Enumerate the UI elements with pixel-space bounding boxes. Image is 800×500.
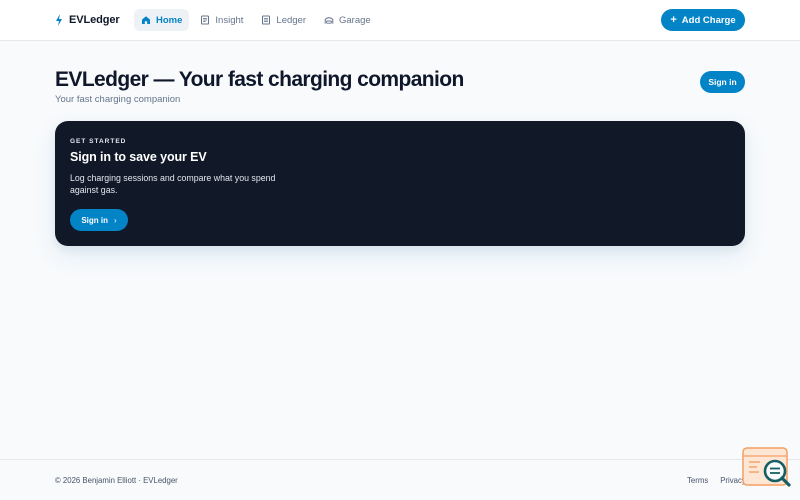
hero-eyebrow: GET STARTED bbox=[70, 138, 127, 145]
add-charge-label: Add Charge bbox=[681, 14, 736, 26]
footer-links: Terms Privacy bbox=[687, 476, 746, 485]
main-nav: Home Insight Ledger Garage bbox=[134, 9, 378, 31]
insight-icon bbox=[201, 15, 210, 25]
garage-icon bbox=[324, 17, 334, 24]
plus-icon: + bbox=[670, 13, 677, 26]
brand-name: EVLedger bbox=[69, 14, 120, 26]
nav-item-garage[interactable]: Garage bbox=[317, 9, 378, 31]
header-sign-in-button[interactable]: Sign in bbox=[700, 71, 745, 93]
code-search-icon bbox=[742, 447, 791, 487]
footer: © 2026 Benjamin Elliott · EVLedger Terms… bbox=[0, 459, 800, 500]
hero-sign-in-button[interactable]: Sign in › bbox=[70, 209, 128, 231]
page-subtitle: Your fast charging companion bbox=[55, 94, 181, 105]
copyright-text: © 2026 Benjamin Elliott · EVLedger bbox=[55, 476, 178, 485]
chevron-right-icon: › bbox=[114, 215, 117, 225]
footer-link-terms[interactable]: Terms bbox=[687, 476, 708, 485]
page-title: EVLedger — Your fast charging companion bbox=[55, 68, 464, 91]
nav-item-label: Home bbox=[156, 14, 183, 26]
nav-item-insight[interactable]: Insight bbox=[193, 9, 250, 31]
nav-item-label: Ledger bbox=[276, 14, 306, 26]
home-icon bbox=[142, 16, 150, 24]
get-started-card: GET STARTED Sign in to save your EV Log … bbox=[55, 121, 745, 246]
hero-sign-in-label: Sign in bbox=[81, 215, 108, 225]
add-charge-button[interactable]: + Add Charge bbox=[661, 9, 745, 31]
nav-item-label: Insight bbox=[215, 14, 244, 26]
nav-item-home[interactable]: Home bbox=[134, 9, 190, 31]
hero-title: Sign in to save your EV bbox=[70, 150, 207, 164]
hero-body: Log charging sessions and compare what y… bbox=[70, 173, 276, 195]
nav-item-ledger[interactable]: Ledger bbox=[254, 9, 313, 31]
nav-item-label: Garage bbox=[339, 14, 371, 26]
top-nav-bar: EVLedger Home Insight Ledger Garage + Ad… bbox=[0, 0, 800, 41]
bolt-icon bbox=[56, 14, 62, 26]
ledger-icon bbox=[262, 15, 271, 25]
brand-logo-link[interactable]: EVLedger bbox=[55, 12, 120, 28]
floating-help-widget[interactable] bbox=[742, 447, 792, 490]
